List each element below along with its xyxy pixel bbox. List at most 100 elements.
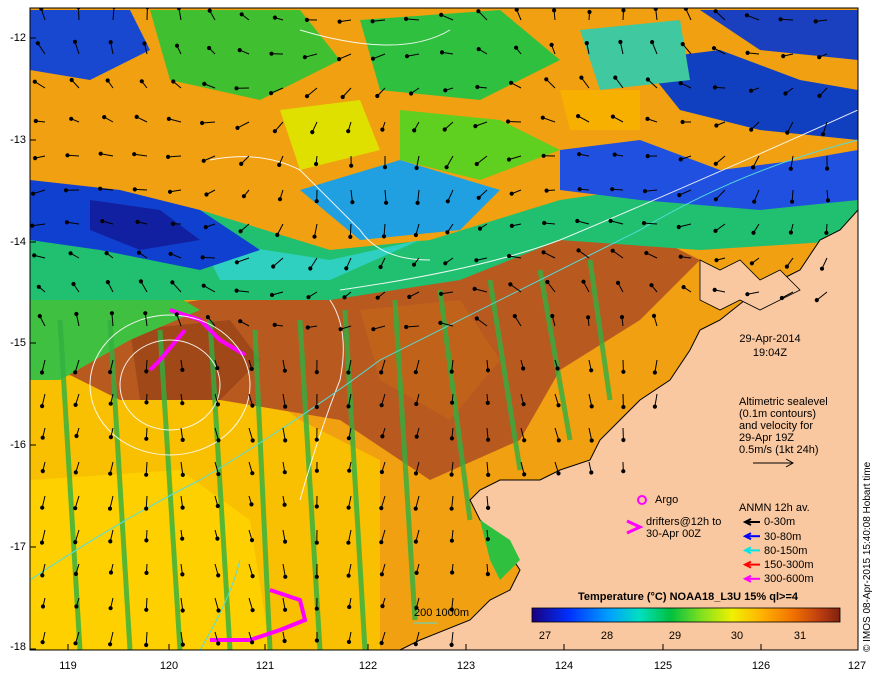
colorbar-tick: 28 xyxy=(600,630,614,642)
current-vector-head xyxy=(337,57,342,62)
current-vector-head xyxy=(174,43,180,48)
current-vector-head xyxy=(282,368,287,373)
current-vector-head xyxy=(651,313,657,318)
current-vector-head xyxy=(250,403,255,408)
current-vector-head xyxy=(475,84,480,90)
current-vector-head xyxy=(314,370,319,375)
lon-tick: 123 xyxy=(456,660,476,672)
current-vector-head xyxy=(382,165,388,170)
lon-tick: 119 xyxy=(59,660,77,672)
anmn-depth-label: 0-30m xyxy=(764,516,796,528)
current-vector-head xyxy=(138,279,143,284)
current-vector-head xyxy=(314,468,319,473)
current-vector-head xyxy=(621,469,626,474)
current-vector-head xyxy=(132,152,137,157)
current-vector-head xyxy=(143,311,148,316)
current-vector-head xyxy=(180,472,185,477)
current-vector-head xyxy=(472,286,477,291)
current-vector-head xyxy=(621,437,626,443)
current-vector-head xyxy=(73,506,78,511)
current-vector-head xyxy=(201,158,206,163)
current-vector-head xyxy=(577,187,582,192)
anmn-depth-label: 300-600m xyxy=(764,573,814,585)
current-vector-head xyxy=(371,327,376,332)
current-vector-head xyxy=(238,229,243,234)
current-vector-head xyxy=(413,506,418,511)
current-vector-head xyxy=(346,129,351,134)
current-vector-head xyxy=(180,437,185,442)
current-vector-head xyxy=(817,93,822,99)
current-vector-head xyxy=(170,221,176,226)
current-vector-head xyxy=(305,325,310,330)
current-vector-head xyxy=(139,79,144,84)
credit-text: © IMOS 08-Apr-2015 15:40:08 Hobart time xyxy=(862,461,873,652)
current-vector-head xyxy=(144,607,149,612)
current-vector-head xyxy=(380,604,385,609)
current-vector-head xyxy=(610,248,615,253)
current-vector-head xyxy=(413,642,418,647)
current-vector-head xyxy=(249,502,254,507)
current-vector-head xyxy=(589,404,594,409)
current-vector-head xyxy=(347,604,352,610)
current-vector-head xyxy=(215,402,220,407)
current-vector-head xyxy=(612,152,617,157)
current-vector-head xyxy=(239,12,244,17)
current-vector-head xyxy=(349,163,354,168)
current-vector-head xyxy=(749,127,754,132)
current-vector-head xyxy=(586,315,591,320)
current-vector-head xyxy=(512,314,517,319)
current-vector-head xyxy=(439,291,444,296)
current-vector-head xyxy=(442,127,447,132)
current-vector-head xyxy=(144,472,149,477)
current-vector-head xyxy=(486,472,491,477)
current-vector-head xyxy=(342,295,347,300)
current-vector-head xyxy=(584,41,589,46)
current-vector-head xyxy=(813,19,818,24)
lat-tick: -12 xyxy=(10,32,26,44)
current-vector-head xyxy=(714,258,719,263)
current-vector-head xyxy=(314,404,319,410)
current-vector-head xyxy=(445,199,450,204)
current-vector-head xyxy=(744,13,750,18)
current-vector-head xyxy=(174,312,179,317)
map-date: 29-Apr-2014 xyxy=(739,333,801,345)
current-vector-head xyxy=(30,191,36,196)
current-vector-head xyxy=(779,295,785,301)
current-vector-head xyxy=(439,50,445,55)
current-vector-head xyxy=(449,436,454,441)
current-vector-head xyxy=(652,370,658,375)
altimetry-line: 0.5m/s (1kt 24h) xyxy=(739,444,819,456)
current-vector-head xyxy=(65,153,70,158)
current-vector-head xyxy=(40,404,45,409)
current-vector-head xyxy=(825,198,831,203)
current-vector-head xyxy=(239,161,244,166)
current-vector-head xyxy=(375,295,380,300)
lat-tick: -14 xyxy=(10,236,26,248)
current-vector-head xyxy=(180,367,185,372)
current-vector-head xyxy=(375,93,380,99)
current-vector-head xyxy=(283,574,288,579)
current-vector-head xyxy=(785,130,790,135)
lat-tick: -16 xyxy=(10,439,26,451)
altimetry-line: (0.1m contours) xyxy=(739,408,817,420)
current-vector-head xyxy=(207,45,212,51)
current-vector-head xyxy=(610,114,616,119)
current-vector-head xyxy=(576,114,581,119)
lat-tick: -13 xyxy=(10,134,26,146)
current-vector-head xyxy=(473,124,478,129)
current-vector-head xyxy=(72,39,78,44)
current-vector-head xyxy=(678,157,683,162)
current-vector-head xyxy=(216,438,221,443)
current-vector-head xyxy=(108,606,113,611)
current-vector-head xyxy=(649,283,654,288)
current-vector-head xyxy=(414,434,419,439)
current-vector-head xyxy=(73,641,78,646)
current-vector-head xyxy=(33,156,38,161)
current-vector-head xyxy=(379,370,384,375)
current-vector-head xyxy=(346,370,351,375)
current-vector-head xyxy=(216,608,221,613)
anmn-title: ANMN 12h av. xyxy=(739,502,810,514)
current-vector-head xyxy=(235,125,240,131)
current-vector-head xyxy=(644,250,649,256)
current-vector-head xyxy=(379,640,384,646)
